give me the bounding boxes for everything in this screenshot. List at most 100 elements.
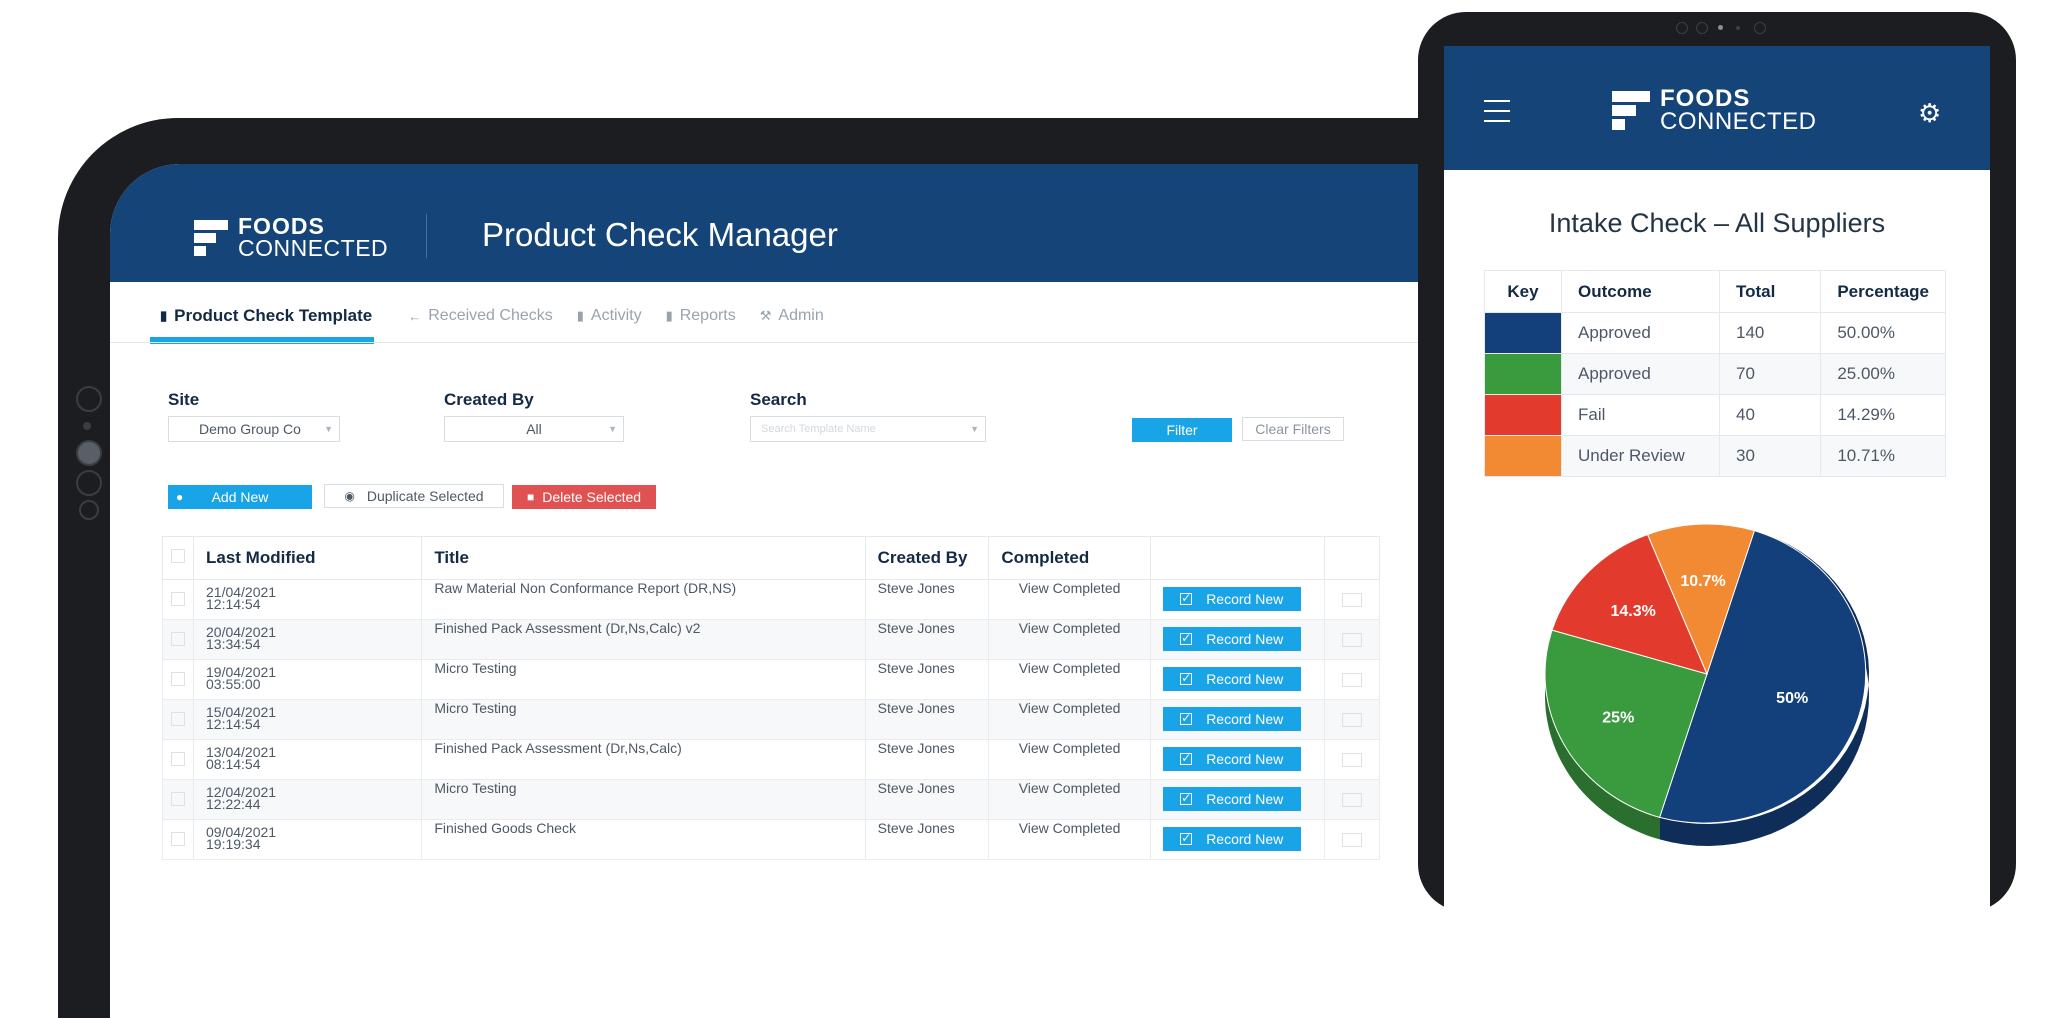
record-new-button[interactable]: ✓ Record New — [1162, 787, 1301, 811]
tablet-side-button — [76, 470, 102, 496]
row-checkbox[interactable] — [171, 632, 185, 646]
row-created-by: Steve Jones — [864, 619, 990, 660]
check-square-icon: ✓ — [1180, 711, 1193, 725]
outcome-row: Under Review 30 10.71% — [1484, 435, 1946, 477]
row-title[interactable]: Micro Testing — [421, 659, 866, 700]
chevron-down-icon: ▼ — [970, 424, 979, 434]
table-row: 15/04/2021 12:14:54 Micro Testing Steve Jon… — [162, 699, 1380, 740]
tab-admin[interactable]: ⚒ Admin — [760, 294, 824, 338]
header-title[interactable]: Title — [421, 536, 866, 580]
view-completed-link[interactable]: View Completed — [988, 739, 1151, 780]
row-menu-cell — [1324, 659, 1380, 700]
row-select-cell — [162, 739, 194, 780]
key-swatch — [1484, 353, 1562, 395]
header-percentage: Percentage — [1820, 270, 1946, 313]
clear-filters-button[interactable]: Clear Filters — [1242, 417, 1344, 441]
outcome-total: 40 — [1718, 394, 1822, 436]
site-select[interactable]: Demo Group Co ▼ — [168, 416, 340, 442]
row-title[interactable]: Micro Testing — [421, 779, 866, 820]
tab-product-check-template[interactable]: ▮ Product Check Template — [149, 294, 375, 344]
row-menu-icon[interactable] — [1342, 633, 1363, 647]
row-modified: 13/04/2021 08:14:54 — [192, 739, 423, 780]
view-completed-link[interactable]: View Completed — [988, 619, 1151, 660]
header-divider — [426, 214, 427, 258]
row-checkbox[interactable] — [171, 832, 185, 846]
record-new-label: Record New — [1206, 631, 1284, 647]
view-completed-link[interactable]: View Completed — [988, 659, 1151, 700]
row-title[interactable]: Finished Goods Check — [421, 819, 866, 860]
row-title[interactable]: Raw Material Non Conformance Report (DR,… — [421, 579, 866, 620]
header-actions — [1149, 536, 1326, 580]
arrow-left-icon: ← — [408, 308, 422, 324]
view-completed-link[interactable]: View Completed — [988, 699, 1151, 740]
phone-sensor — [1736, 26, 1740, 30]
row-checkbox[interactable] — [171, 592, 185, 606]
page-title: Product Check Manager — [482, 216, 838, 253]
row-select-cell — [162, 699, 194, 740]
logo-mark-icon — [1612, 90, 1650, 131]
site-value: Demo Group Co — [199, 421, 301, 437]
duplicate-label: Duplicate Selected — [366, 488, 484, 504]
document-icon: ▮ — [665, 308, 673, 323]
record-new-label: Record New — [1206, 831, 1284, 847]
row-menu-icon[interactable] — [1342, 593, 1363, 607]
created-by-select[interactable]: All ▼ — [444, 416, 624, 442]
wrench-icon: ⚒ — [759, 308, 772, 323]
outcome-total: 30 — [1718, 435, 1822, 477]
record-new-button[interactable]: ✓ Record New — [1162, 827, 1301, 851]
tab-reports[interactable]: ▮ Reports — [666, 294, 736, 338]
tab-received-checks[interactable]: ← Received Checks — [408, 294, 553, 338]
record-new-button[interactable]: ✓ Record New — [1162, 587, 1301, 611]
row-title[interactable]: Finished Pack Assessment (Dr,Ns,Calc) — [421, 739, 866, 780]
row-menu-cell — [1324, 619, 1380, 660]
hamburger-menu-icon[interactable] — [1484, 100, 1510, 130]
row-title[interactable]: Micro Testing — [421, 699, 866, 740]
row-menu-icon[interactable] — [1342, 753, 1363, 767]
row-menu-icon[interactable] — [1342, 673, 1363, 687]
phone-screen: FOODS CONNECTED ⚙ Intake Check – All Sup… — [1444, 46, 1990, 946]
record-new-button[interactable]: ✓ Record New — [1162, 707, 1301, 731]
check-square-icon: ✓ — [1180, 831, 1193, 845]
record-new-button[interactable]: ✓ Record New — [1162, 667, 1301, 691]
delete-selected-button[interactable]: ■ Delete Selected — [512, 485, 656, 509]
row-action-cell: ✓ Record New — [1149, 619, 1326, 660]
gear-icon[interactable]: ⚙ — [1918, 98, 1941, 129]
row-action-cell: ✓ Record New — [1149, 699, 1326, 740]
view-completed-link[interactable]: View Completed — [988, 819, 1151, 860]
phone-sensor — [1696, 22, 1708, 34]
row-checkbox[interactable] — [171, 672, 185, 686]
row-action-cell: ✓ Record New — [1149, 659, 1326, 700]
pie-label: 10.7% — [1680, 573, 1725, 590]
header-created-by[interactable]: Created By — [864, 536, 990, 580]
record-new-button[interactable]: ✓ Record New — [1162, 627, 1301, 651]
tab-activity[interactable]: ▮ Activity — [577, 294, 642, 338]
row-time: 08:14:54 — [206, 756, 261, 772]
header-completed[interactable]: Completed — [988, 536, 1151, 580]
row-modified: 09/04/2021 19:19:34 — [192, 819, 423, 860]
select-all-checkbox[interactable] — [171, 549, 185, 563]
row-checkbox[interactable] — [171, 792, 185, 806]
row-select-cell — [162, 659, 194, 700]
filter-button[interactable]: Filter — [1132, 418, 1232, 442]
row-modified: 19/04/2021 03:55:00 — [192, 659, 423, 700]
outcome-percentage: 10.71% — [1820, 435, 1946, 477]
row-menu-icon[interactable] — [1342, 793, 1363, 807]
search-input[interactable]: Search Template Name ▼ — [750, 416, 986, 442]
add-new-button[interactable]: ● Add New — [168, 485, 312, 509]
outcome-percentage: 50.00% — [1820, 312, 1946, 354]
row-title[interactable]: Finished Pack Assessment (Dr,Ns,Calc) v2 — [421, 619, 866, 660]
row-menu-icon[interactable] — [1342, 833, 1363, 847]
pie-label: 50% — [1776, 690, 1808, 707]
row-checkbox[interactable] — [171, 712, 185, 726]
record-new-button[interactable]: ✓ Record New — [1162, 747, 1301, 771]
duplicate-selected-button[interactable]: ◉ Duplicate Selected — [324, 484, 504, 508]
row-menu-icon[interactable] — [1342, 713, 1363, 727]
view-completed-link[interactable]: View Completed — [988, 579, 1151, 620]
check-square-icon: ✓ — [1180, 631, 1193, 645]
view-completed-link[interactable]: View Completed — [988, 779, 1151, 820]
tablet-sensor — [83, 422, 91, 430]
row-action-cell: ✓ Record New — [1149, 819, 1326, 860]
row-checkbox[interactable] — [171, 752, 185, 766]
header-last-modified[interactable]: Last Modified — [192, 536, 423, 580]
row-select-cell — [162, 579, 194, 620]
